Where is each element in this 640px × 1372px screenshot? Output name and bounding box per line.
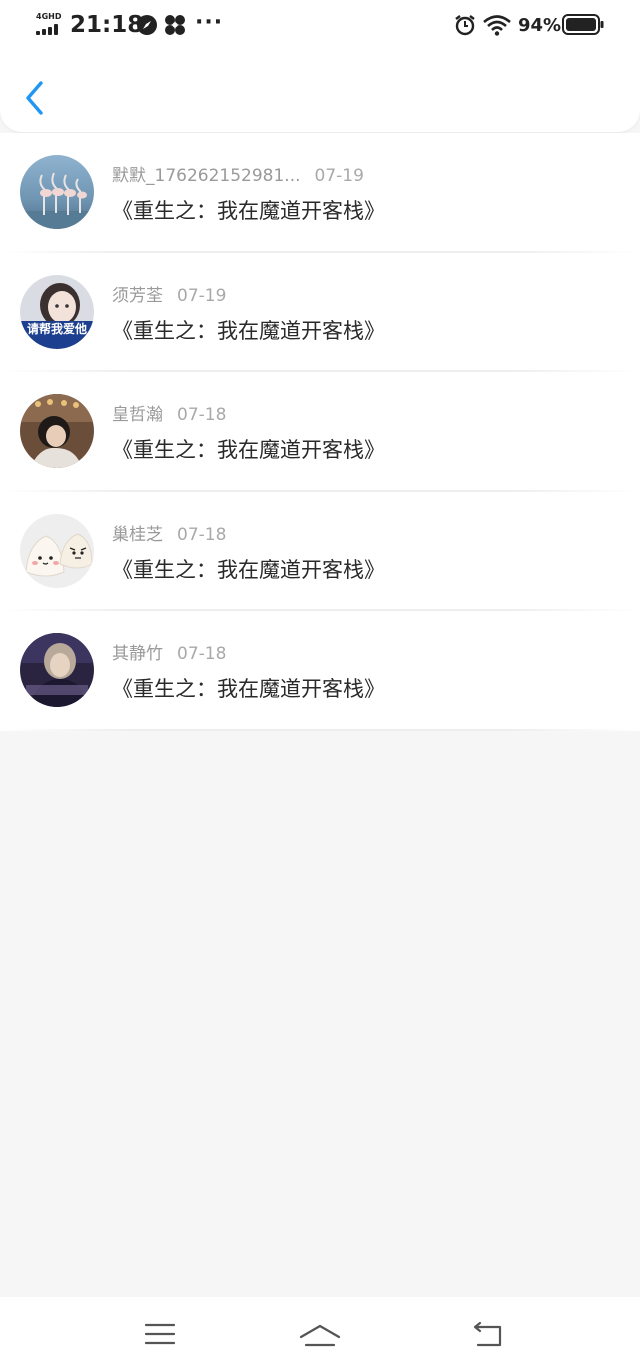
- network-indicator: 4GHD: [36, 12, 64, 36]
- item-text[interactable]: 《重生之：我在魔道开客栈》: [112, 435, 385, 465]
- user-name[interactable]: 默默_176262152981...: [112, 166, 301, 186]
- return-icon: [473, 1321, 502, 1347]
- status-time: 21:18: [70, 12, 144, 38]
- avatar[interactable]: [20, 513, 94, 588]
- avatar-caption: 请帮我爱他: [27, 321, 87, 336]
- home-icon: [299, 1324, 341, 1347]
- chevron-left-icon: [26, 81, 43, 115]
- item-text[interactable]: 《重生之：我在魔道开客栈》: [112, 316, 385, 346]
- home-button[interactable]: [298, 1315, 342, 1353]
- list-item[interactable]: 皇哲瀚 07-18 《重生之：我在魔道开客栈》: [0, 372, 640, 492]
- top-bar: 4GHD 21:18 ··· 94%: [0, 0, 640, 132]
- alarm-icon: [454, 14, 476, 36]
- item-meta: 须芳荃 07-19: [112, 284, 226, 308]
- avatar[interactable]: 请帮我爱他: [20, 274, 94, 349]
- wifi-icon: [482, 14, 512, 36]
- comment-list: 默默_176262152981... 07-19 《重生之：我在魔道开客栈》 请帮…: [0, 133, 640, 731]
- item-meta: 皇哲瀚 07-18: [112, 403, 226, 427]
- battery-percent: 94%: [518, 15, 562, 36]
- back-button[interactable]: [18, 76, 52, 120]
- item-meta: 巢桂芝 07-18: [112, 523, 226, 547]
- screen: 4GHD 21:18 ··· 94% 默默_176262152981... 07…: [0, 0, 640, 1372]
- item-date: 07-18: [177, 524, 227, 545]
- avatar[interactable]: [20, 633, 94, 708]
- system-nav-bar: [0, 1297, 640, 1372]
- list-item[interactable]: 默默_176262152981... 07-19 《重生之：我在魔道开客栈》: [0, 133, 640, 253]
- compass-icon: [136, 14, 158, 36]
- item-date: 07-19: [177, 285, 227, 306]
- signal-icon: [36, 24, 62, 35]
- user-name[interactable]: 巢桂芝: [112, 525, 163, 545]
- user-name[interactable]: 须芳荃: [112, 286, 163, 306]
- battery-icon: [562, 14, 604, 35]
- list-item[interactable]: 巢桂芝 07-18 《重生之：我在魔道开客栈》: [0, 492, 640, 612]
- user-name[interactable]: 皇哲瀚: [112, 405, 163, 425]
- fan-icon: [164, 14, 186, 36]
- item-text[interactable]: 《重生之：我在魔道开客栈》: [112, 674, 385, 704]
- item-meta: 其静竹 07-18: [112, 642, 226, 666]
- item-date: 07-18: [177, 405, 227, 426]
- list-item[interactable]: 请帮我爱他 须芳荃 07-19 《重生之：我在魔道开客栈》: [0, 253, 640, 373]
- return-button[interactable]: [468, 1315, 508, 1353]
- network-type: 4GHD: [36, 12, 62, 21]
- list-item[interactable]: 其静竹 07-18 《重生之：我在魔道开客栈》: [0, 611, 640, 731]
- item-text[interactable]: 《重生之：我在魔道开客栈》: [112, 555, 385, 585]
- more-notifications-icon: ···: [195, 10, 224, 35]
- status-bar: 4GHD 21:18 ··· 94%: [0, 0, 640, 50]
- user-name[interactable]: 其静竹: [112, 644, 163, 664]
- avatar[interactable]: [20, 394, 94, 469]
- item-meta: 默默_176262152981... 07-19: [112, 164, 364, 188]
- menu-icon: [144, 1323, 176, 1345]
- item-text[interactable]: 《重生之：我在魔道开客栈》: [112, 196, 385, 226]
- item-date: 07-18: [177, 644, 227, 665]
- divider: [0, 728, 640, 731]
- item-date: 07-19: [314, 166, 364, 186]
- avatar[interactable]: [20, 155, 94, 229]
- menu-button[interactable]: [140, 1315, 180, 1353]
